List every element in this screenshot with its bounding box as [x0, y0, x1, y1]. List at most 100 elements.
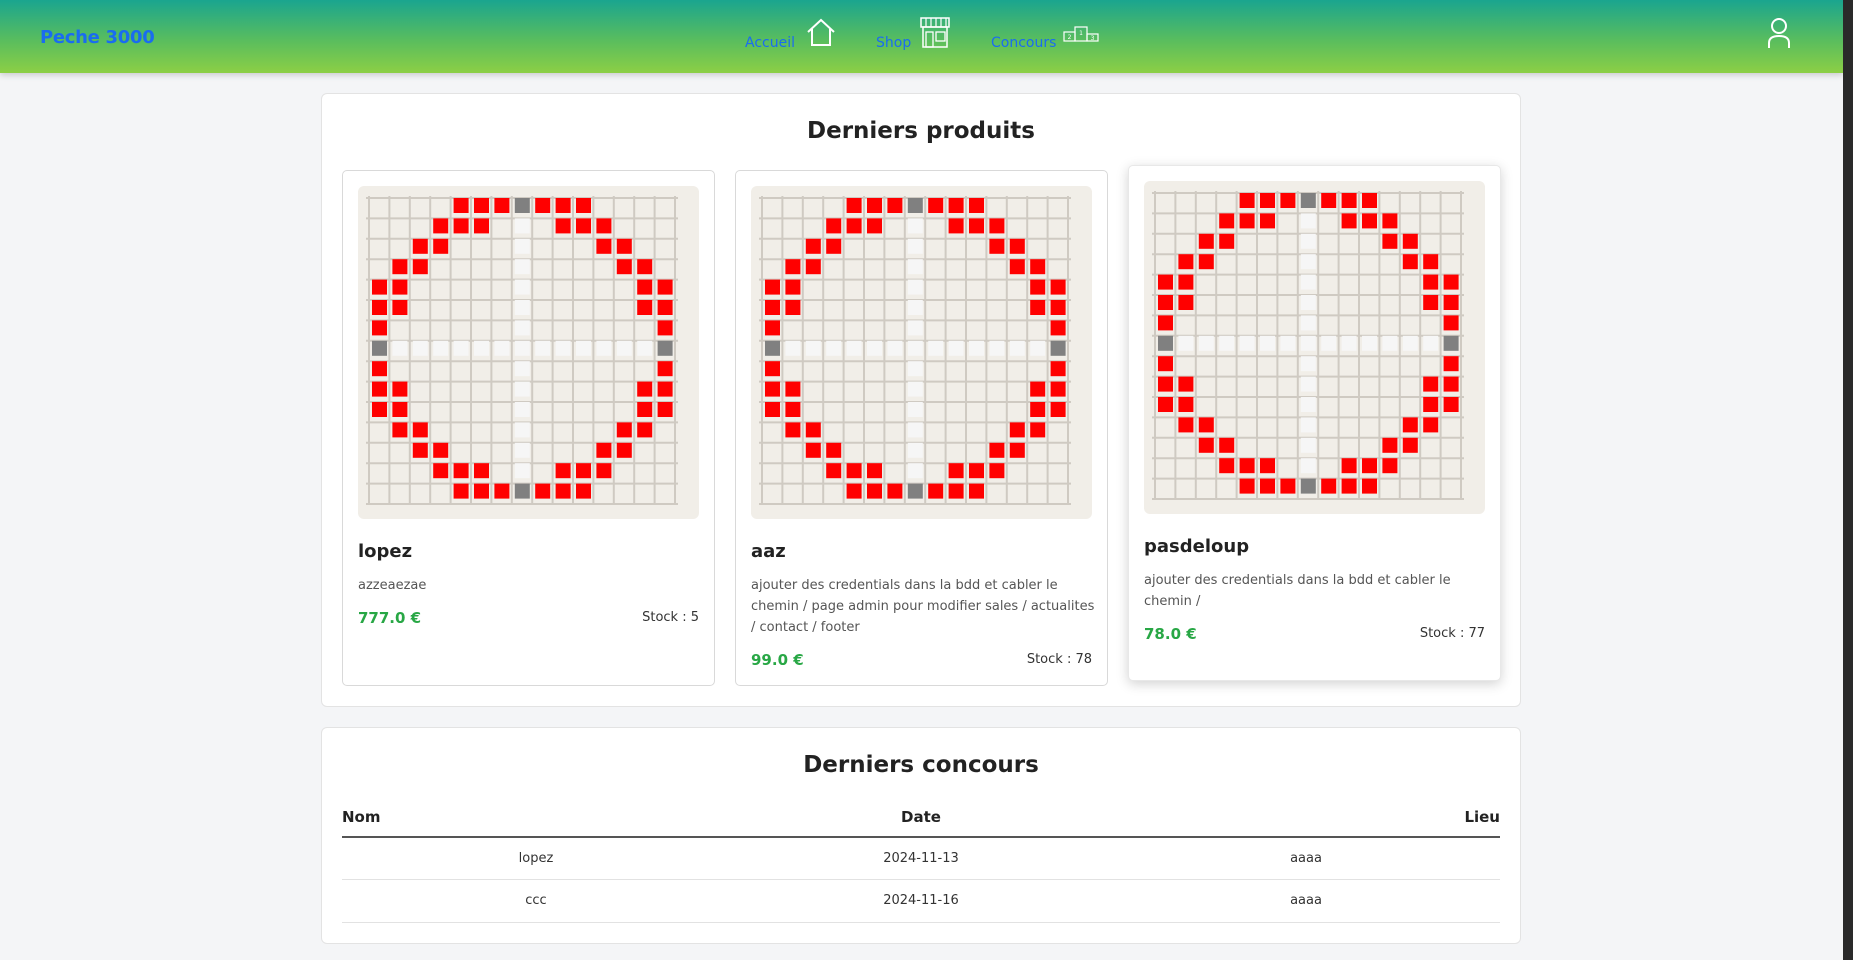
product-card[interactable]: pasdeloup ajouter des credentials dans l… — [1128, 165, 1501, 681]
ring-cell — [867, 463, 882, 479]
ring-cell — [1178, 376, 1194, 392]
axis-cell — [1300, 295, 1316, 310]
ring-cell — [948, 218, 964, 234]
axis-cell — [596, 340, 612, 356]
product-card[interactable]: aaz ajouter des credentials dans la bdd … — [735, 170, 1108, 686]
axis-cell — [1300, 356, 1316, 372]
user-icon[interactable] — [1767, 17, 1791, 53]
marker-cell — [907, 483, 923, 499]
axis-cell — [805, 340, 821, 356]
product-image — [358, 186, 699, 519]
marker-cell — [1158, 335, 1173, 351]
axis-cell — [616, 340, 632, 356]
ring-cell — [765, 300, 780, 315]
axis-cell — [514, 218, 530, 234]
ring-cell — [555, 483, 571, 499]
ring-cell — [494, 483, 510, 499]
ring-cell — [765, 279, 780, 295]
ring-cell — [596, 463, 612, 479]
ring-cell — [928, 483, 944, 499]
contests-title: Derniers concours — [803, 752, 1039, 778]
page-scrollbar[interactable] — [1843, 0, 1853, 960]
axis-cell — [907, 238, 923, 254]
ring-cell — [555, 218, 571, 234]
axis-cell — [907, 463, 923, 479]
ring-cell — [657, 300, 673, 315]
axis-cell — [1260, 335, 1275, 351]
ring-cell — [494, 198, 510, 213]
ring-cell — [412, 422, 428, 438]
ring-cell — [1382, 458, 1398, 474]
ring-cell — [1280, 193, 1296, 208]
product-price: 777.0 € — [358, 609, 422, 627]
top-navbar: Peche 3000 Accueil Shop Concours 2 1 3 — [0, 0, 1843, 73]
product-stock: Stock : 78 — [1026, 652, 1092, 667]
table-header-divider — [342, 836, 1500, 838]
home-icon[interactable] — [805, 18, 837, 52]
ring-cell — [657, 381, 673, 397]
product-stock: Stock : 5 — [642, 610, 699, 625]
ring-cell — [372, 320, 387, 336]
brand-logo[interactable]: Peche 3000 — [40, 27, 155, 48]
ring-cell — [1050, 279, 1066, 295]
ring-cell — [412, 238, 428, 254]
ring-cell — [637, 300, 653, 315]
product-stock: Stock : 77 — [1419, 626, 1485, 641]
ring-cell — [637, 381, 653, 397]
ring-cell — [1423, 376, 1439, 392]
marker-cell — [1300, 478, 1316, 494]
ring-cell — [637, 279, 653, 295]
ring-cell — [453, 218, 469, 234]
ring-cell — [1178, 295, 1194, 310]
ring-cell — [826, 442, 842, 458]
marker-cell — [1050, 340, 1066, 356]
ring-cell — [989, 218, 1005, 234]
axis-cell — [907, 300, 923, 315]
ring-cell — [1219, 213, 1235, 229]
axis-cell — [514, 361, 530, 377]
podium-icon[interactable]: 2 1 3 — [1063, 26, 1099, 46]
ring-cell — [1382, 437, 1398, 453]
ring-cell — [1050, 300, 1066, 315]
ring-cell — [433, 442, 449, 458]
ring-cell — [1198, 254, 1214, 270]
nav-link-accueil[interactable]: Accueil — [745, 35, 795, 51]
axis-cell — [514, 238, 530, 254]
ring-cell — [392, 300, 408, 315]
nav-link-shop[interactable]: Shop — [876, 35, 911, 51]
axis-cell — [1382, 335, 1398, 351]
shop-icon[interactable] — [918, 16, 952, 54]
axis-cell — [1300, 397, 1316, 412]
ring-cell — [969, 463, 984, 479]
product-card[interactable]: lopez azzeaezae 777.0 € Stock : 5 — [342, 170, 715, 686]
nav-link-concours[interactable]: Concours — [991, 35, 1056, 51]
axis-cell — [1300, 315, 1316, 331]
marker-cell — [1443, 335, 1459, 351]
ring-cell — [1239, 213, 1255, 229]
ring-cell — [1362, 458, 1377, 474]
axis-cell — [1239, 335, 1255, 351]
ring-cell — [535, 483, 551, 499]
ring-cell — [969, 218, 984, 234]
ring-cell — [555, 463, 571, 479]
ring-cell — [989, 442, 1005, 458]
axis-cell — [907, 402, 923, 417]
ring-cell — [867, 483, 882, 499]
column-header-lieu: Lieu — [1464, 808, 1500, 826]
axis-cell — [1300, 335, 1316, 351]
axis-cell — [453, 340, 469, 356]
column-header-date: Date — [901, 808, 941, 826]
ring-cell — [1178, 417, 1194, 433]
axis-cell — [514, 340, 530, 356]
ring-cell — [392, 381, 408, 397]
ring-cell — [1158, 295, 1173, 310]
marker-cell — [372, 340, 387, 356]
axis-cell — [846, 340, 862, 356]
product-description: azzeaezae — [358, 578, 427, 593]
ring-cell — [1423, 397, 1439, 412]
axis-cell — [514, 381, 530, 397]
ring-cell — [785, 381, 801, 397]
ring-cell — [1030, 402, 1046, 417]
ring-cell — [785, 402, 801, 417]
ring-cell — [1321, 478, 1337, 494]
